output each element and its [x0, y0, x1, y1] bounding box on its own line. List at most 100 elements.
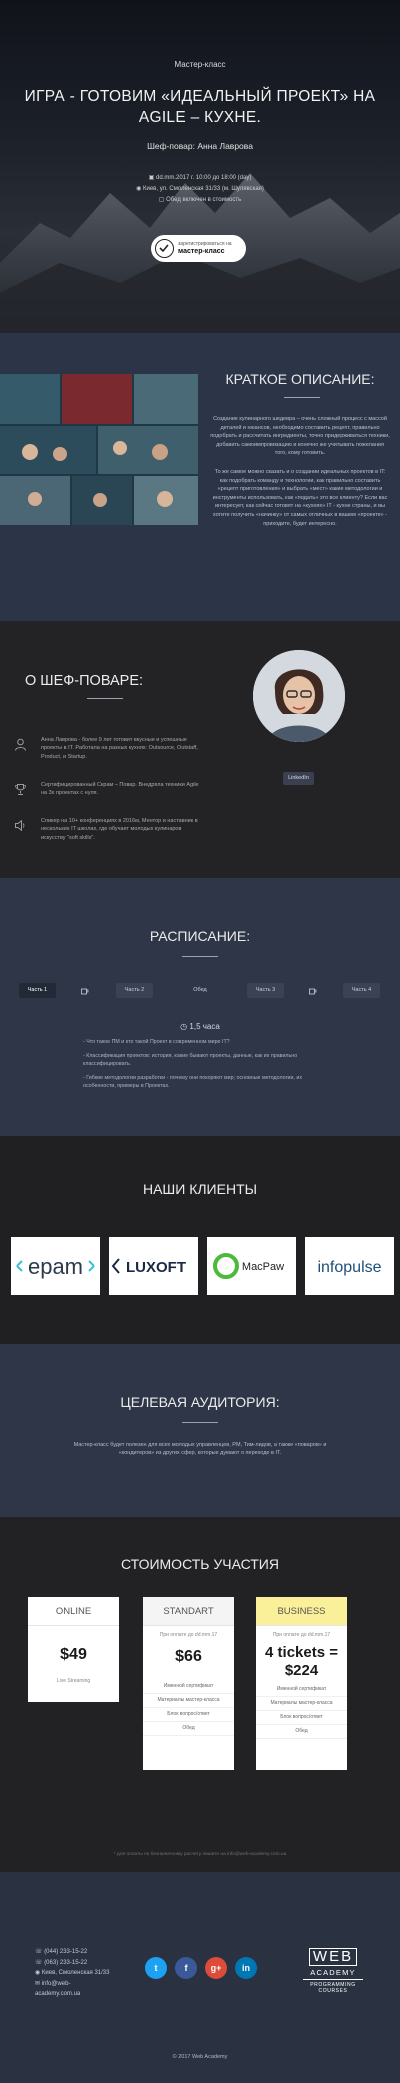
price-note: При оплате до dd.mm.17	[159, 1632, 218, 1638]
meal-icon: ▢	[158, 197, 165, 203]
hero-section: Мастер-класс ИГРА - ГОТОВИМ «ИДЕАЛЬНЫЙ П…	[0, 0, 400, 333]
phone-1[interactable]: ☏ (044) 233-15-22	[35, 1947, 109, 1958]
chef-avatar	[253, 650, 345, 742]
event-date: ▣ dd.mm.2017 г. 10:00 до 18:00 (day)	[148, 175, 252, 181]
coffee-icon	[308, 986, 317, 995]
price-feature: Именной сертификат	[143, 1680, 234, 1694]
price-value: $49	[60, 1646, 87, 1663]
client-logo-text: MacPaw	[242, 1261, 284, 1273]
phone-2[interactable]: ☏ (063) 233-15-22	[35, 1958, 109, 1969]
chef-title: О ШЕФ-ПОВАРЕ:	[25, 673, 144, 689]
divider	[284, 397, 320, 398]
divider	[182, 1422, 218, 1423]
hero-meta: ▣ dd.mm.2017 г. 10:00 до 18:00 (day) ◉ К…	[0, 173, 400, 206]
audience-section: ЦЕЛЕВАЯ АУДИТОРИЯ: Мастер-класс будет по…	[0, 1344, 400, 1517]
price-feature: Обед	[256, 1725, 347, 1739]
phone-icon: ☏	[35, 1949, 43, 1955]
price-value: 4 tickets = $224	[265, 1644, 338, 1679]
footer-logo[interactable]: WEB ACADEMY PROGRAMMING COURSES	[303, 1948, 363, 1994]
map-pin-icon: ◉	[136, 186, 142, 192]
description-paragraph-1: Создание кулинарного шедевра – очень сло…	[210, 416, 390, 457]
copyright: © 2017 Web Academy	[172, 2054, 228, 2060]
hero-chef: Шеф-повар: Анна Лаврова	[147, 141, 253, 151]
linkedin-button[interactable]: LinkedIn	[283, 772, 314, 785]
map-pin-icon: ◉	[35, 1970, 41, 1976]
audience-text: Мастер-класс будет полезен для всех моло…	[73, 1442, 327, 1457]
chef-section: О ШЕФ-ПОВАРЕ: Анна Лаврова - более 9 лет…	[0, 621, 400, 878]
divider	[87, 698, 123, 699]
pricing-title: СТОИМОСТЬ УЧАСТИЯ	[121, 1556, 279, 1572]
schedule-point: - Что такое ПМ и кто такой Проект в совр…	[83, 1039, 230, 1045]
trophy-icon	[15, 784, 26, 795]
client-logo-epam: epam	[11, 1237, 100, 1295]
clients-section: НАШИ КЛИЕНТЫ epam LUXOFT MacPaw infopuls…	[0, 1136, 400, 1344]
tab-part-3[interactable]: Часть 3	[247, 983, 284, 998]
phone-icon: ☏	[35, 1959, 43, 1966]
brand-bottom: PROGRAMMING COURSES	[303, 1979, 363, 1994]
google-plus-icon[interactable]: g+	[205, 1957, 227, 1979]
price-feature: Материалы мастер-класса	[143, 1694, 234, 1708]
email-link[interactable]: ✉ info@web-academy.com.ua	[35, 1979, 97, 2000]
event-location: ◉ Киев, ул. Смоленская 31/33 (м. Шулявск…	[136, 186, 264, 192]
tab-part-4[interactable]: Часть 4	[343, 983, 380, 998]
tab-lunch[interactable]: Обед	[186, 983, 214, 998]
price-card-name: BUSINESS	[256, 1597, 347, 1626]
chef-fact-text: Спикер на 10+ конференциях в 2016м, Мент…	[41, 818, 198, 841]
price-card-standart[interactable]: STANDART При оплате до dd.mm.17 $66 Имен…	[143, 1597, 234, 1770]
clock-icon: ◷	[180, 1022, 188, 1031]
user-icon	[15, 738, 26, 751]
twitter-icon[interactable]: t	[145, 1957, 167, 1979]
hero-kicker: Мастер-класс	[174, 60, 226, 69]
schedule-section: РАСПИСАНИЕ: Часть 1 Часть 2 Обед Часть 3…	[0, 878, 400, 1136]
page-title: ИГРА - ГОТОВИМ «ИДЕАЛЬНЫЙ ПРОЕКТ» НА AGI…	[24, 88, 376, 126]
tab-part-2[interactable]: Часть 2	[116, 983, 153, 998]
price-value: $66	[175, 1648, 202, 1665]
brand-top: WEB	[308, 1948, 358, 1966]
price-feature: Именной сертификат	[256, 1683, 347, 1697]
price-card-business[interactable]: BUSINESS При оплате до dd.mm.17 4 ticket…	[256, 1597, 347, 1770]
pricing-section: СТОИМОСТЬ УЧАСТИЯ ONLINE $49 Live Stream…	[0, 1517, 400, 1872]
client-logo-macpaw: MacPaw	[207, 1237, 296, 1295]
price-card-name: ONLINE	[28, 1597, 119, 1626]
price-card-name: STANDART	[143, 1597, 234, 1626]
facebook-icon[interactable]: f	[175, 1957, 197, 1979]
price-feature: Блок вопрос/ответ	[256, 1711, 347, 1725]
footer: ☏ (044) 233-15-22 ☏ (063) 233-15-22 ◉ Ки…	[0, 1872, 400, 2083]
address: ◉ Киев, Смоленская 31/33	[35, 1970, 110, 1976]
speaker-icon	[15, 819, 25, 832]
linkedin-icon[interactable]: in	[235, 1957, 257, 1979]
schedule-title: РАСПИСАНИЕ:	[149, 928, 251, 944]
description-section: КРАТКОЕ ОПИСАНИЕ: Создание кулинарного ш…	[0, 333, 400, 621]
description-paragraph-2: То же самое можно сказать и о создании и…	[212, 469, 388, 527]
coffee-icon	[80, 986, 89, 995]
price-feature: Обед	[143, 1722, 234, 1736]
audience-title: ЦЕЛЕВАЯ АУДИТОРИЯ:	[120, 1394, 280, 1410]
clients-title: НАШИ КЛИЕНТЫ	[142, 1181, 258, 1197]
description-title: КРАТКОЕ ОПИСАНИЕ:	[225, 371, 375, 387]
mail-icon: ✉	[35, 1980, 41, 1987]
chef-fact-text: Сертифицированный Скрам – Повар. Внедрял…	[41, 782, 199, 797]
event-meal: ▢ Обед включен в стоимость	[158, 197, 242, 203]
price-feature: Блок вопрос/ответ	[143, 1708, 234, 1722]
client-logo-text: epam	[28, 1254, 83, 1279]
footer-contacts: ☏ (044) 233-15-22 ☏ (063) 233-15-22 ◉ Ки…	[35, 1947, 109, 2000]
checkmark-icon	[155, 239, 174, 258]
schedule-point: - Классификация проектов: история, какие…	[83, 1053, 298, 1067]
pricing-footnote: * для оплаты по безналичному расчету пиш…	[113, 1852, 287, 1857]
brand-mid: ACADEMY	[310, 1968, 356, 1977]
price-card-online[interactable]: ONLINE $49 Live Streaming	[28, 1597, 119, 1702]
workshop-photo-collage	[0, 374, 198, 525]
price-sub: Live Streaming	[56, 1678, 91, 1684]
schedule-point: - Гибкие методологии разработки - почему…	[83, 1075, 302, 1089]
duration: ◷ 1,5 часа	[180, 1022, 220, 1031]
calendar-icon: ▣	[148, 175, 155, 181]
client-logo-luxoft: LUXOFT	[109, 1237, 198, 1295]
price-feature: Материалы мастер-класса	[256, 1697, 347, 1711]
client-logo-text: LUXOFT	[126, 1259, 186, 1276]
register-button[interactable]: зарегистрироваться на мастер-класс	[151, 235, 246, 262]
price-note: При оплате до dd.mm.17	[272, 1632, 331, 1638]
register-big-label: мастер-класс	[178, 248, 225, 255]
tab-part-1[interactable]: Часть 1	[19, 983, 56, 998]
client-logo-text: infopulse	[317, 1259, 381, 1276]
chef-fact-text: Анна Лаврова - более 9 лет готовит вкусн…	[41, 737, 198, 760]
